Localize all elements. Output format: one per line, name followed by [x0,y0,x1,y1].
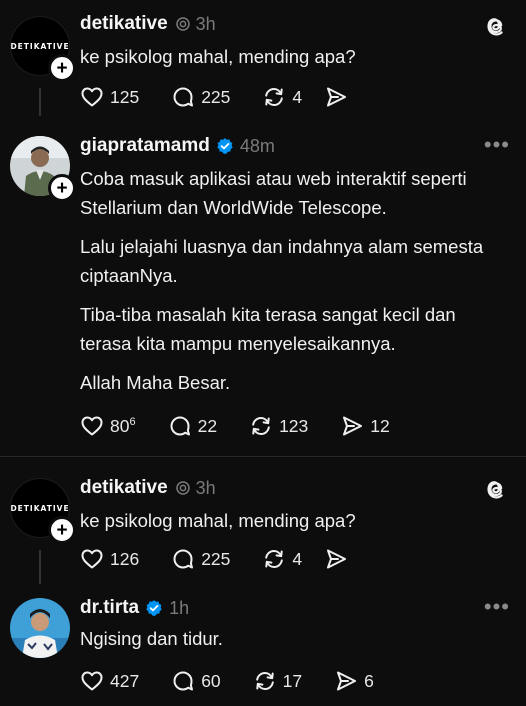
reply-icon [171,669,195,693]
repost-count: 17 [282,670,303,691]
post-divider [0,456,526,457]
handle-icon [174,479,192,497]
post-text-paragraph: Tiba-tiba masalah kita terasa sangat kec… [80,304,456,354]
share-count: 6 [364,670,374,691]
post-detikative-1: DETIKATIVE + detikative 3h ke psikolog m… [0,0,526,120]
reply-count: 225 [201,86,231,107]
like-count: 806 [110,415,136,436]
reply-button[interactable]: 225 [171,547,230,571]
avatar[interactable] [10,598,70,658]
like-button[interactable]: 806 [80,414,136,438]
handle-icon [174,15,192,33]
thread-line [39,88,41,116]
repost-button[interactable]: 17 [253,669,302,693]
heart-icon [80,669,104,693]
repost-count: 4 [292,86,303,107]
repost-count: 123 [279,415,309,436]
heart-icon [80,85,104,109]
reply-button[interactable]: 225 [171,85,230,109]
share-icon [324,85,348,109]
reply-icon [168,414,192,438]
avatar-logo-text: DETIKATIVE [10,41,70,51]
post-text: Ngising dan tidur. [80,628,223,649]
reply-count: 60 [201,670,221,691]
post-giapratamamd: + giapratamamd 48m ••• Coba masuk aplika… [0,120,526,456]
post-text-paragraph: Allah Maha Besar. [80,372,231,393]
repost-count: 4 [292,548,303,569]
avatar[interactable]: + [10,136,76,202]
repost-icon [253,669,277,693]
timestamp: 3h [195,13,216,34]
reply-icon [171,547,195,571]
post-text-paragraph: Lalu jelajahi luasnya dan indahnya alam … [80,236,484,286]
like-button[interactable]: 427 [80,669,139,693]
like-count: 125 [110,86,140,107]
repost-button[interactable]: 4 [262,85,302,109]
reply-icon [171,85,195,109]
share-icon [340,414,364,438]
timestamp: 48m [239,135,275,156]
threads-logo-icon[interactable] [484,14,508,43]
verified-badge-icon [145,599,163,617]
thread-line [39,550,41,584]
avatar-logo-text: DETIKATIVE [10,503,70,513]
username[interactable]: giapratamamd [80,135,210,157]
like-count: 126 [110,548,140,569]
avatar[interactable]: DETIKATIVE + [10,478,76,544]
more-options-icon[interactable]: ••• [484,596,510,618]
repost-icon [262,547,286,571]
like-count: 427 [110,670,140,691]
follow-plus-button[interactable]: + [48,174,76,202]
reply-button[interactable]: 60 [171,669,221,693]
timestamp: 3h [195,477,216,498]
repost-button[interactable]: 123 [249,414,308,438]
share-icon [334,669,358,693]
like-button[interactable]: 126 [80,547,139,571]
repost-button[interactable]: 4 [262,547,302,571]
share-count: 12 [370,415,390,436]
more-options-icon[interactable]: ••• [484,134,510,156]
like-button[interactable]: 125 [80,85,139,109]
post-dr-tirta: dr.tirta 1h ••• Ngising dan tidur. 427 6… [0,586,526,706]
post-text: ke psikolog mahal, mending apa? [80,46,356,67]
share-icon [324,547,348,571]
share-button[interactable] [324,547,348,571]
post-text: ke psikolog mahal, mending apa? [80,510,356,531]
repost-icon [262,85,286,109]
username[interactable]: dr.tirta [80,597,139,619]
post-detikative-2: DETIKATIVE + detikative 3h ke psikolog m… [0,462,526,586]
username[interactable]: detikative [80,13,168,35]
reply-count: 22 [197,415,218,436]
share-button[interactable]: 6 [334,669,374,693]
share-button[interactable] [324,85,348,109]
avatar[interactable]: DETIKATIVE + [10,16,76,82]
reply-button[interactable]: 22 [168,414,217,438]
username[interactable]: detikative [80,477,168,499]
heart-icon [80,547,104,571]
heart-icon [80,414,104,438]
verified-badge-icon [216,137,234,155]
timestamp: 1h [169,597,190,618]
reply-count: 225 [201,548,231,569]
post-text-paragraph: Coba masuk aplikasi atau web interaktif … [80,168,467,218]
share-button[interactable]: 12 [340,414,390,438]
follow-plus-button[interactable]: + [48,54,76,82]
repost-icon [249,414,273,438]
threads-logo-icon[interactable] [484,477,508,506]
avatar-photo [10,598,70,658]
follow-plus-button[interactable]: + [48,516,76,544]
